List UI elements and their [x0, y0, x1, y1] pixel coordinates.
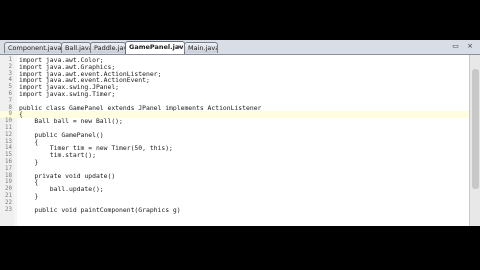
code-line[interactable]: 8 public class GamePanel extends JPanel i… [0, 103, 470, 112]
code-line[interactable]: 12 public GamePanel() [0, 131, 470, 139]
tab-label: Paddle.java [94, 44, 125, 52]
line-number: 4 [8, 77, 13, 84]
tab-main[interactable]: Main.java [184, 42, 218, 53]
vertical-scrollbar[interactable] [469, 55, 480, 226]
editor-tab-bar: Component.java Ball.java Paddle.java Gam… [0, 40, 480, 55]
window-buttons[interactable]: ▭ × [452, 42, 476, 50]
line-number: 10 [5, 118, 12, 125]
code-line[interactable]: 23 public void paintComponent(Graphics g… [0, 205, 470, 214]
tab-label: Component.java [8, 44, 62, 52]
line-number: 14 [5, 145, 12, 152]
line-number: 1 [8, 57, 13, 63]
code-lines: 1 import java.awt.Color; 2 import java.awt.… [0, 57, 470, 213]
tab-label: Ball.java [65, 44, 91, 52]
line-number: 5 [8, 84, 13, 91]
ide-window: Component.java Ball.java Paddle.java Gam… [0, 40, 480, 226]
line-number: 8 [8, 104, 13, 111]
line-number: 11 [5, 124, 12, 131]
line-number: 2 [8, 63, 13, 70]
tab-ball[interactable]: Ball.java [61, 42, 91, 53]
line-number: 6 [8, 90, 13, 97]
code-text: public void paintComponent(Graphics g) [19, 205, 181, 214]
code-line[interactable]: 16 } [0, 159, 470, 166]
code-line[interactable]: 20 ball.update(); [0, 186, 470, 193]
line-number: 18 [5, 172, 12, 179]
code-line[interactable]: 18 private void update() [0, 172, 470, 180]
code-line[interactable]: 15 tim.start(); [0, 152, 470, 159]
line-number: 13 [5, 138, 12, 145]
line-number: 3 [8, 70, 13, 77]
line-number: 23 [5, 206, 12, 213]
code-line[interactable]: 21 } [0, 193, 470, 200]
line-number: 7 [8, 97, 13, 104]
tab-gamepanel[interactable]: GamePanel.java * × [125, 41, 185, 54]
line-number: 17 [5, 165, 12, 172]
line-number: 16 [5, 158, 12, 165]
scrollbar-thumb[interactable] [472, 69, 479, 189]
code-line[interactable]: 6 import javax.swing.Timer; [0, 91, 470, 98]
code-text: } [19, 191, 39, 200]
code-line[interactable]: 10 Ball ball = new Ball(); [0, 118, 470, 125]
line-number: 19 [5, 179, 12, 186]
tab-label: Main.java [188, 44, 218, 52]
code-text: Ball ball = new Ball(); [19, 117, 123, 126]
code-text: import javax.swing.Timer; [19, 89, 116, 98]
line-number: 22 [5, 199, 12, 206]
tab-component[interactable]: Component.java [4, 42, 62, 53]
line-number: 20 [5, 186, 12, 193]
close-icon[interactable]: × [177, 42, 182, 53]
code-text: public class GamePanel extends JPanel im… [19, 103, 262, 112]
line-number: 21 [5, 192, 12, 199]
line-number: 12 [5, 131, 12, 138]
line-number: 9 [8, 111, 13, 118]
code-editor[interactable]: 1 import java.awt.Color; 2 import java.awt.… [0, 55, 480, 226]
line-number: 15 [5, 152, 12, 159]
code-text: } [19, 157, 39, 166]
tab-paddle[interactable]: Paddle.java [90, 42, 126, 53]
